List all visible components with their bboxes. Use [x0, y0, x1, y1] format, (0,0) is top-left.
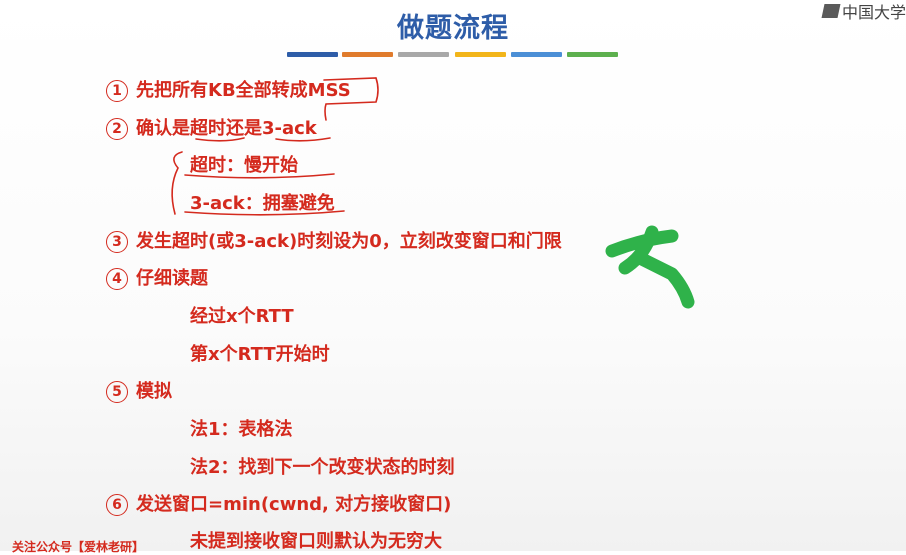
step-5: 5 模拟: [106, 377, 172, 403]
sub-item-method-2: 法2：找到下一个改变状态的时刻: [190, 457, 455, 478]
step-3-text: 发生超时(或3-ack)时刻设为0，立刻改变窗口和门限: [136, 231, 562, 252]
watermark: 中国大学: [818, 0, 906, 22]
slide-title: 做题流程: [397, 13, 509, 44]
step-4: 4 仔细读题: [106, 264, 208, 290]
step-1-text: 先把所有KB全部转成MSS: [136, 80, 351, 101]
step-5-number: 5: [106, 381, 128, 403]
sub-item-rtt-start: 第x个RTT开始时: [190, 344, 330, 365]
step-4-text: 仔细读题: [136, 268, 208, 289]
step-2-text: 确认是超时还是3-ack: [136, 118, 317, 139]
step-1-number: 1: [106, 80, 128, 102]
sub-item-timeout: 超时：慢开始: [190, 155, 298, 176]
title-underline-bar-6: [567, 52, 618, 57]
step-1: 1 先把所有KB全部转成MSS: [106, 76, 351, 102]
step-3-number: 3: [106, 231, 128, 253]
step-6-text: 发送窗口=min(cwnd, 对方接收窗口): [136, 494, 452, 515]
sub-item-no-recv-window: 未提到接收窗口则默认为无穷大: [190, 531, 442, 552]
step-4-number: 4: [106, 268, 128, 290]
watermark-text: 中国大学: [841, 3, 906, 22]
sub-item-rtt-passed: 经过x个RTT: [190, 306, 294, 327]
title-underline-bar-3: [398, 52, 449, 57]
title-underline-bar-1: [287, 52, 338, 57]
title-underline-bar-4: [455, 52, 506, 57]
step-5-text: 模拟: [136, 381, 172, 402]
step-2: 2 确认是超时还是3-ack: [106, 114, 317, 140]
step-2-number: 2: [106, 118, 128, 140]
step-3: 3 发生超时(或3-ack)时刻设为0，立刻改变窗口和门限: [106, 227, 562, 253]
mooc-logo-icon: [821, 4, 841, 18]
footer-note: 关注公众号【爱林老研】: [12, 540, 145, 554]
step-6-number: 6: [106, 494, 128, 516]
step-6: 6 发送窗口=min(cwnd, 对方接收窗口): [106, 490, 451, 516]
sub-item-3ack: 3-ack：拥塞避免: [190, 193, 335, 214]
title-underline-bar-5: [511, 52, 562, 57]
sub-item-method-1: 法1：表格法: [190, 419, 293, 440]
title-underline-bar-2: [342, 52, 393, 57]
